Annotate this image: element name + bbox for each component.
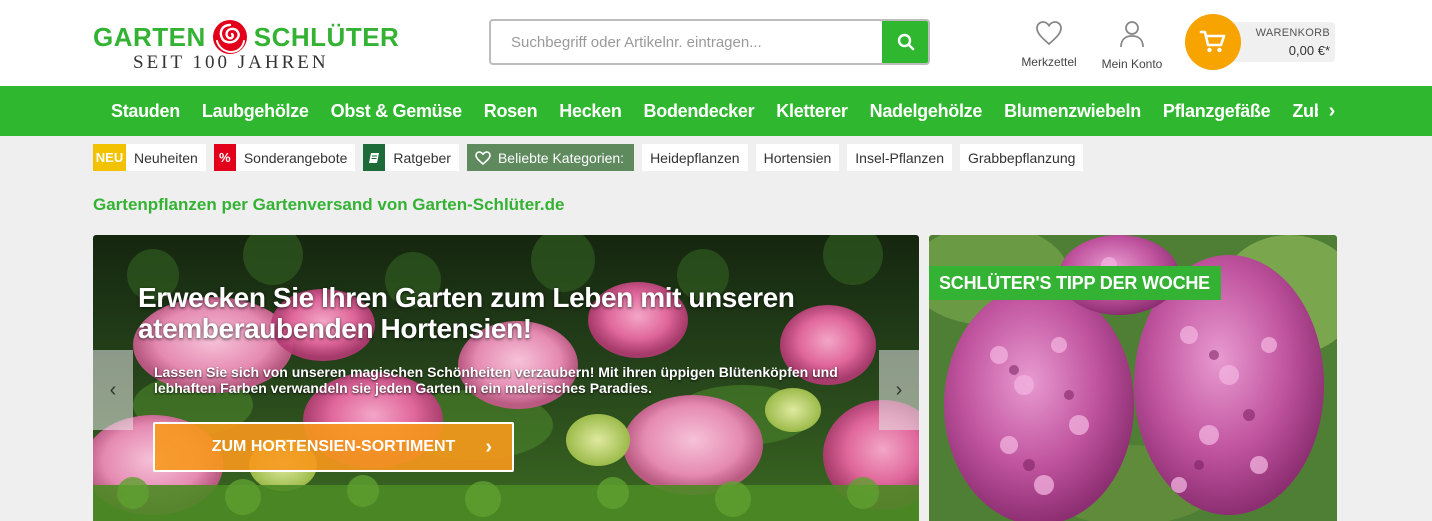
user-icon [1120, 21, 1144, 48]
nav-item-bodendecker[interactable]: Bodendecker [633, 86, 766, 136]
book-icon [363, 144, 386, 171]
wishlist-link[interactable]: Merkzettel [1009, 20, 1089, 69]
hero-button-label: ZUM HORTENSIEN-SORTIMENT [211, 438, 456, 455]
search-bar [489, 19, 930, 65]
tip-of-the-week[interactable]: SCHLÜTER'S TIPP DER WOCHE [929, 235, 1337, 521]
chip-sale[interactable]: % Sonderangebote [213, 144, 356, 171]
heart-icon [1036, 21, 1062, 46]
logo-word-right: SCHLÜTER [253, 21, 400, 52]
hero-slider: Erwecken Sie Ihren Garten zum Leben mit … [93, 235, 919, 521]
chip-sale-label: Sonderangebote [243, 149, 348, 166]
nav-items: Stauden Laubgehölze Obst & Gemüse Rosen … [100, 86, 1320, 136]
nav-item-rosen[interactable]: Rosen [473, 86, 549, 136]
percent-badge: % [213, 144, 236, 171]
nav-item-laubgehoelze[interactable]: Laubgehölze [191, 86, 320, 136]
account-label: Mein Konto [1101, 57, 1163, 71]
brand-logo[interactable]: GARTEN SCHLÜTER SEIT 100 JAHREN [93, 10, 399, 76]
nav-next-arrow[interactable]: › [1318, 86, 1346, 136]
logo-wordmark: GARTEN SCHLÜTER [93, 20, 399, 54]
cart-title: WARENKORB [1255, 27, 1330, 39]
hero-text: Lassen Sie sich von unseren magischen Sc… [154, 364, 838, 396]
page-heading: Gartenpflanzen per Gartenversand von Gar… [93, 195, 565, 214]
wishlist-label: Merkzettel [1021, 55, 1077, 69]
chip-hortensien[interactable]: Hortensien [755, 144, 840, 171]
nav-item-kletterer[interactable]: Kletterer [765, 86, 858, 136]
nav-item-blumenzwiebeln[interactable]: Blumenzwiebeln [993, 86, 1152, 136]
site-header: GARTEN SCHLÜTER SEIT 100 JAHREN Merkzett… [0, 0, 1432, 86]
main-navigation: Stauden Laubgehölze Obst & Gemüse Rosen … [0, 86, 1432, 136]
slider-prev-arrow[interactable]: ‹ [93, 350, 133, 430]
logo-word-left: GARTEN [93, 21, 206, 52]
nav-item-hecken[interactable]: Hecken [548, 86, 632, 136]
cart-icon-circle [1185, 14, 1241, 70]
chip-guide[interactable]: Ratgeber [363, 144, 459, 171]
chip-favorite-categories: Beliebte Kategorien: [466, 144, 635, 171]
heart-icon [475, 150, 491, 165]
nav-item-obst-gemuese[interactable]: Obst & Gemüse [320, 86, 473, 136]
nav-item-zubehoer[interactable]: Zubehör [1281, 86, 1320, 136]
chip-favorite-label: Beliebte Kategorien: [497, 149, 625, 166]
hydrangea-shop-button[interactable]: ZUM HORTENSIEN-SORTIMENT › [153, 422, 514, 472]
quick-links: NEU Neuheiten % Sonderangebote Ratgeber … [93, 144, 1084, 171]
nav-item-nadelgehoelze[interactable]: Nadelgehölze [859, 86, 993, 136]
search-button[interactable] [882, 21, 928, 63]
cart-button[interactable]: WARENKORB 0,00 €* [1185, 14, 1335, 70]
new-badge: NEU [93, 144, 126, 171]
cart-icon [1199, 30, 1226, 53]
chip-new[interactable]: NEU Neuheiten [93, 144, 206, 171]
rose-icon [212, 20, 247, 54]
hero-title: Erwecken Sie Ihren Garten zum Leben mit … [138, 282, 795, 344]
search-input[interactable] [491, 21, 884, 63]
nav-item-stauden[interactable]: Stauden [100, 86, 191, 136]
chip-new-label: Neuheiten [134, 149, 198, 166]
account-link[interactable]: Mein Konto [1092, 20, 1172, 71]
chevron-right-icon: › [485, 436, 492, 458]
nav-item-pflanzgefaesse[interactable]: Pflanzgefäße [1152, 86, 1281, 136]
tip-badge: SCHLÜTER'S TIPP DER WOCHE [929, 266, 1221, 300]
chip-guide-label: Ratgeber [393, 149, 451, 166]
chip-insel-pflanzen[interactable]: Insel-Pflanzen [847, 144, 952, 171]
logo-tagline: SEIT 100 JAHREN [133, 52, 329, 73]
slider-next-arrow[interactable]: › [879, 350, 919, 430]
chip-grabbepflanzung[interactable]: Grabbepflanzung [960, 144, 1084, 171]
search-icon [897, 33, 915, 51]
cart-total: 0,00 €* [1288, 43, 1330, 58]
chip-heidepflanzen[interactable]: Heidepflanzen [642, 144, 748, 171]
